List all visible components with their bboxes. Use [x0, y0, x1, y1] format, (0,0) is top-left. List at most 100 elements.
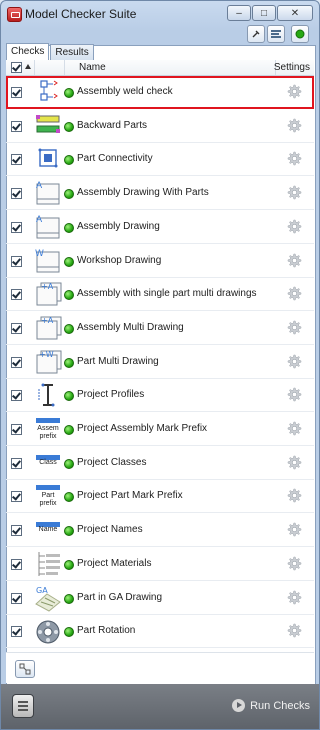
tab-results[interactable]: Results — [50, 44, 94, 60]
menu-button[interactable] — [12, 694, 34, 718]
settings-gear-icon[interactable] — [286, 253, 302, 269]
check-row[interactable]: Assem prefix Project Assembly Mark Prefix — [6, 413, 314, 446]
check-row[interactable]: A Assembly Drawing With Parts — [6, 177, 314, 211]
check-row[interactable]: GA Part in GA Drawing — [6, 582, 314, 615]
svg-text:A: A — [36, 181, 43, 191]
settings-gear-icon[interactable] — [286, 623, 302, 639]
select-objects-icon — [19, 663, 31, 675]
multi-drawing-w-icon: +W — [33, 348, 63, 376]
check-enabled-checkbox[interactable] — [11, 424, 22, 435]
check-name-label: Assembly with single part multi drawings — [77, 288, 257, 300]
drawing-a-icon: A — [33, 213, 63, 241]
check-enabled-checkbox[interactable] — [11, 558, 22, 570]
minimize-button[interactable]: – — [227, 5, 251, 21]
multi-drawing-a-icon: +A — [33, 314, 63, 342]
settings-gear-icon[interactable] — [286, 185, 302, 201]
svg-text:+A: +A — [41, 316, 54, 325]
name-icon: Name — [33, 516, 63, 544]
check-row[interactable]: Class Project Classes — [6, 447, 314, 480]
check-row[interactable]: Assembly weld check — [6, 76, 314, 109]
check-row[interactable]: Part Rotation — [6, 615, 314, 649]
window-controls: – □ ✕ — [227, 5, 313, 21]
check-row[interactable]: +W Part Multi Drawing — [6, 346, 314, 379]
icon-caption: Class — [39, 458, 57, 466]
check-row[interactable]: Part prefix Project Part Mark Prefix — [6, 480, 314, 514]
check-row[interactable]: +A Assembly with single part multi drawin… — [6, 278, 314, 312]
status-ok-icon — [64, 526, 74, 537]
check-enabled-checkbox[interactable] — [11, 390, 22, 402]
column-header-settings[interactable]: Settings — [274, 62, 310, 73]
check-row[interactable]: Part Connectivity — [6, 143, 314, 177]
maximize-button[interactable]: □ — [252, 5, 276, 21]
check-row[interactable]: A Assembly Drawing — [6, 211, 314, 244]
settings-gear-icon[interactable] — [286, 219, 302, 235]
settings-gear-icon[interactable] — [286, 488, 302, 504]
check-row[interactable]: +A Assembly Multi Drawing — [6, 312, 314, 345]
check-name-label: Project Classes — [77, 456, 147, 468]
status-ok-icon — [64, 357, 74, 368]
check-row[interactable]: Backward Parts — [6, 110, 314, 143]
select-all-checkbox[interactable] — [11, 62, 22, 73]
close-button[interactable]: ✕ — [277, 5, 313, 21]
settings-gear-icon[interactable] — [286, 320, 302, 336]
check-enabled-checkbox[interactable] — [11, 592, 22, 604]
icon-caption: Assem prefix — [37, 425, 59, 440]
settings-gear-icon[interactable] — [286, 151, 302, 167]
status-button[interactable] — [291, 25, 309, 43]
status-ok-icon — [64, 458, 74, 469]
status-ok-icon — [64, 88, 74, 98]
sort-ascending-icon[interactable] — [25, 64, 31, 69]
icon-caption: Part prefix — [39, 492, 57, 508]
check-row[interactable]: Name Project Names — [6, 514, 314, 548]
column-header-name[interactable]: Name — [79, 62, 106, 73]
check-enabled-checkbox[interactable] — [11, 87, 22, 98]
toolbar — [5, 25, 315, 45]
check-enabled-checkbox[interactable] — [11, 356, 22, 368]
play-icon — [232, 699, 246, 712]
settings-gear-icon[interactable] — [286, 590, 302, 606]
view-options-button[interactable] — [267, 25, 285, 43]
multi-drawing-a-icon: +A — [33, 280, 63, 308]
check-enabled-checkbox[interactable] — [11, 188, 22, 200]
status-ok-icon — [64, 222, 74, 233]
check-enabled-checkbox[interactable] — [11, 120, 22, 132]
check-enabled-checkbox[interactable] — [11, 221, 22, 233]
status-ok-icon — [64, 391, 74, 402]
check-enabled-checkbox[interactable] — [11, 457, 22, 469]
tab-checks[interactable]: Checks — [6, 43, 50, 60]
check-row[interactable]: W Workshop Drawing — [6, 245, 314, 278]
check-enabled-checkbox[interactable] — [11, 491, 22, 503]
check-row[interactable]: Project Profiles — [6, 379, 314, 413]
svg-text:GA: GA — [36, 586, 48, 595]
backward-parts-icon — [33, 112, 63, 140]
icon-caption: Name — [38, 526, 58, 534]
menu-icon — [18, 701, 28, 703]
settings-gear-icon[interactable] — [286, 354, 302, 370]
status-ok-icon — [64, 425, 74, 435]
check-row[interactable]: Project Materials — [6, 548, 314, 581]
check-enabled-checkbox[interactable] — [11, 255, 22, 267]
run-checks-button[interactable]: Run Checks — [232, 699, 310, 712]
status-ok-icon — [64, 189, 74, 200]
settings-gear-icon[interactable] — [286, 455, 302, 471]
app-logo-icon — [7, 7, 22, 22]
settings-gear-icon[interactable] — [286, 522, 302, 538]
settings-gear-icon[interactable] — [286, 387, 302, 403]
settings-gear-icon[interactable] — [286, 286, 302, 302]
part-connectivity-icon — [33, 145, 63, 173]
settings-gear-icon[interactable] — [286, 556, 302, 572]
check-enabled-checkbox[interactable] — [11, 626, 22, 638]
footer-bar: Run Checks — [1, 684, 319, 729]
check-enabled-checkbox[interactable] — [11, 289, 22, 301]
select-objects-button[interactable] — [15, 660, 35, 678]
pin-button[interactable] — [247, 25, 265, 43]
check-enabled-checkbox[interactable] — [11, 322, 22, 334]
title-bar: Model Checker Suite – □ ✕ — [1, 1, 319, 27]
settings-gear-icon[interactable] — [286, 84, 302, 100]
settings-gear-icon[interactable] — [286, 421, 302, 437]
check-name-label: Project Assembly Mark Prefix — [77, 423, 208, 434]
check-enabled-checkbox[interactable] — [11, 154, 22, 166]
settings-gear-icon[interactable] — [286, 118, 302, 134]
check-enabled-checkbox[interactable] — [11, 525, 22, 537]
check-name-label: Assembly Drawing — [77, 220, 160, 232]
